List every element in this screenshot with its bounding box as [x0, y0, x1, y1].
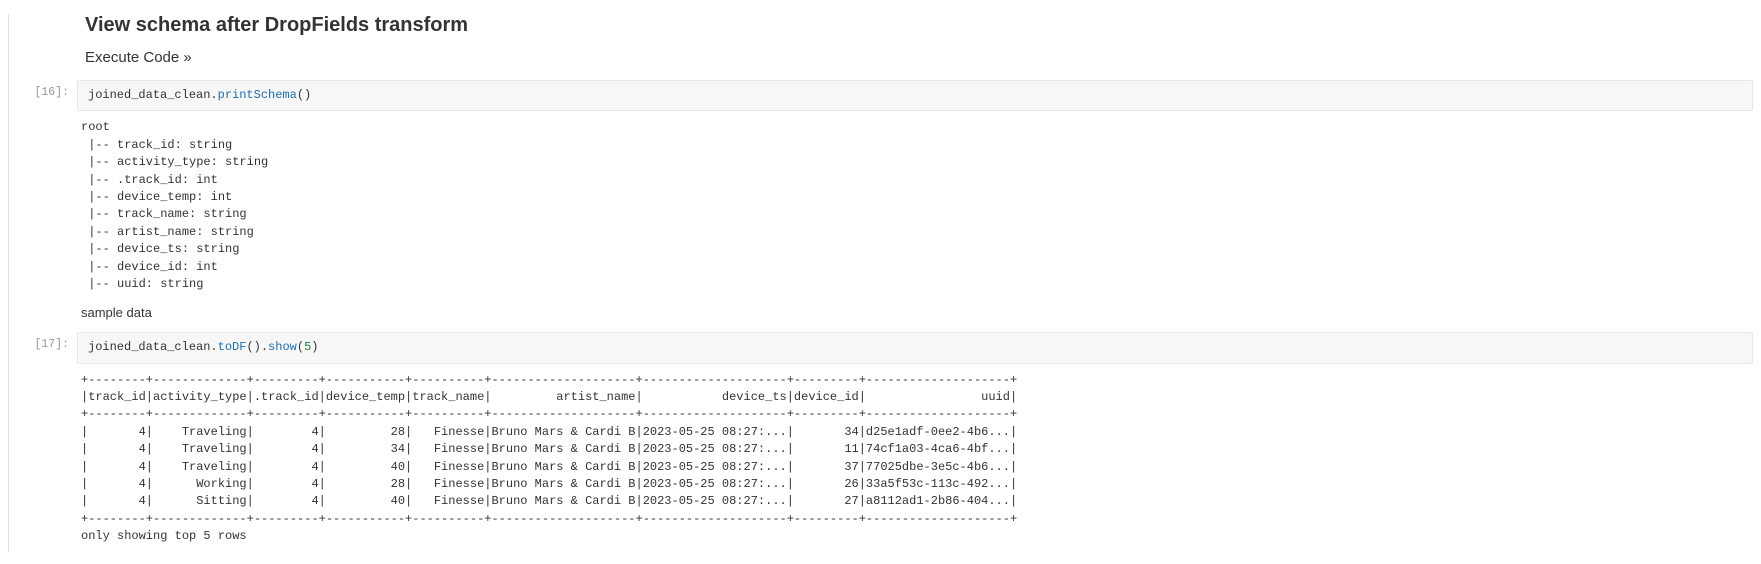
- schema-output: root |-- track_id: string |-- activity_t…: [77, 113, 1761, 299]
- paren-close: ): [311, 340, 318, 354]
- code-input-16[interactable]: joined_data_clean.printSchema(): [77, 80, 1753, 111]
- sample-data-row: sample data: [9, 301, 1761, 330]
- output-prompt-16: [9, 113, 77, 119]
- execute-code-link[interactable]: Execute Code »: [85, 49, 1761, 66]
- cell-prompt-16: [16]:: [9, 80, 77, 99]
- cell-prompt-17: [17]:: [9, 332, 77, 351]
- sample-data-label: sample data: [77, 301, 1761, 330]
- code-args-1: (): [246, 340, 260, 354]
- code-cell-16: [16]: joined_data_clean.printSchema(): [9, 80, 1761, 111]
- output-cell-16: root |-- track_id: string |-- activity_t…: [9, 113, 1761, 299]
- code-input-17[interactable]: joined_data_clean.toDF().show(5): [77, 332, 1753, 363]
- notebook-container: View schema after DropFields transform E…: [8, 14, 1761, 552]
- code-ident: joined_data_clean: [88, 340, 210, 354]
- sample-prompt: [9, 301, 77, 307]
- code-method-1: toDF: [218, 340, 247, 354]
- code-method-2: show: [268, 340, 297, 354]
- section-title: View schema after DropFields transform: [85, 14, 1761, 37]
- table-output: +--------+-------------+---------+------…: [77, 366, 1761, 552]
- paren-open: (: [297, 340, 304, 354]
- execute-code-label: Execute Code »: [85, 49, 192, 66]
- code-method: printSchema: [218, 88, 297, 102]
- code-cell-17: [17]: joined_data_clean.toDF().show(5): [9, 332, 1761, 363]
- output-cell-17: +--------+-------------+---------+------…: [9, 366, 1761, 552]
- code-args: (): [297, 88, 311, 102]
- output-prompt-17: [9, 366, 77, 372]
- code-ident: joined_data_clean: [88, 88, 210, 102]
